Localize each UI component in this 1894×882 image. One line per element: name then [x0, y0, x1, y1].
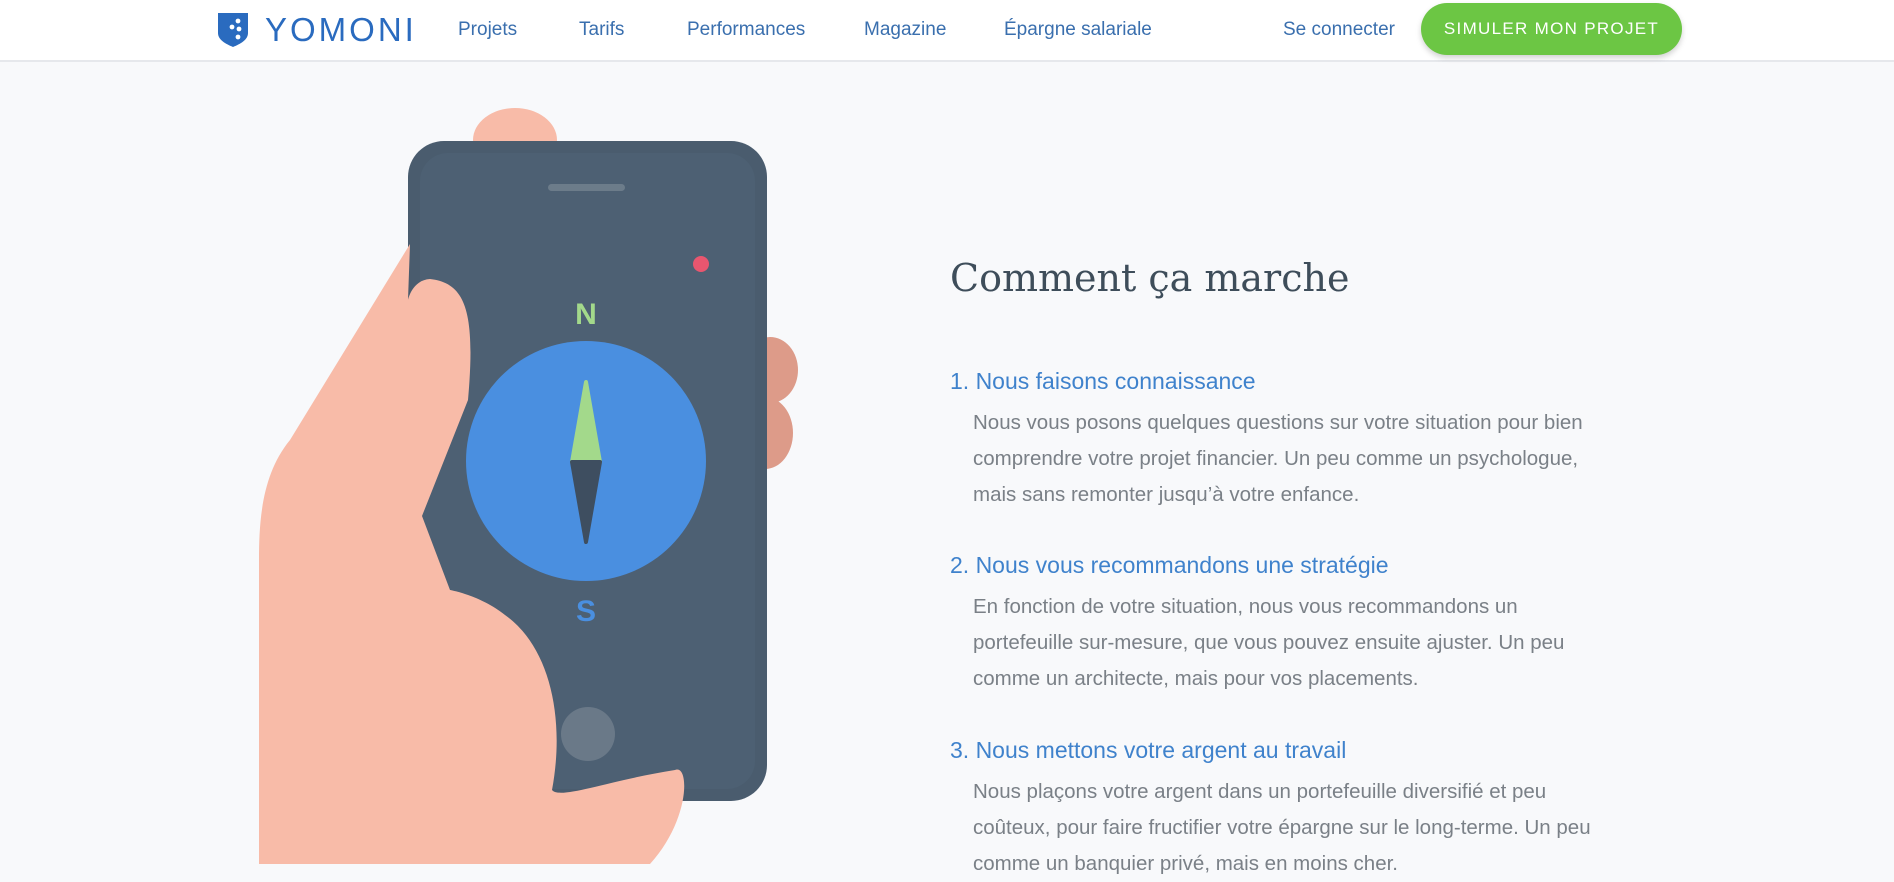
nav-link-projets[interactable]: Projets: [458, 19, 517, 41]
step-2-line-2: portefeuille sur-mesure, que vous pouvez…: [973, 631, 1565, 654]
step-3-description: Nous plaçons votre argent dans un portef…: [973, 774, 1633, 882]
step-1-description: Nous vous posons quelques questions sur …: [973, 405, 1633, 513]
nav-link-tarifs[interactable]: Tarifs: [579, 19, 624, 41]
login-link[interactable]: Se connecter: [1283, 19, 1395, 41]
brand-logo[interactable]: YOMONI: [218, 13, 417, 47]
step-1-line-2: comprendre votre projet financier. Un pe…: [973, 447, 1579, 470]
how-it-works-section: N S Comment ça marche 1. Nous faisons co…: [0, 80, 1894, 875]
step-2-description: En fonction de votre situation, nous vou…: [973, 589, 1633, 697]
step-2-title: 2. Nous vous recommandons une stratégie: [950, 552, 1389, 578]
step-1-title: 1. Nous faisons connaissance: [950, 368, 1256, 394]
brand-name: YOMONI: [265, 11, 417, 48]
simulate-project-button[interactable]: SIMULER MON PROJET: [1421, 3, 1682, 55]
section-heading: Comment ça marche: [950, 256, 1350, 300]
step-3-title: 3. Nous mettons votre argent au travail: [950, 737, 1347, 763]
step-2-line-1: En fonction de votre situation, nous vou…: [973, 595, 1518, 618]
phone-compass-illustration: N S: [259, 108, 798, 864]
step-3-line-1: Nous plaçons votre argent dans un portef…: [973, 780, 1547, 803]
top-navigation-bar: YOMONI Projets Tarifs Performances Magaz…: [0, 0, 1894, 62]
step-1-line-3: mais sans remonter jusqu’à votre enfance…: [973, 483, 1360, 506]
phone-notification-dot: [693, 256, 709, 272]
compass-south-label: S: [576, 595, 596, 628]
step-2-line-3: comme un architecte, mais pour vos place…: [973, 667, 1419, 690]
nav-link-performances[interactable]: Performances: [687, 19, 805, 41]
step-1-line-1: Nous vous posons quelques questions sur …: [973, 411, 1583, 434]
phone-home-button: [561, 707, 615, 761]
step-3-line-2: coûteux, pour faire fructifier votre épa…: [973, 816, 1591, 839]
nav-link-epargne-salariale[interactable]: Épargne salariale: [1004, 19, 1152, 41]
nav-link-magazine[interactable]: Magazine: [864, 19, 946, 41]
phone-speaker: [548, 184, 625, 191]
compass-north-label: N: [575, 298, 597, 331]
shield-logo-icon: [218, 13, 248, 47]
